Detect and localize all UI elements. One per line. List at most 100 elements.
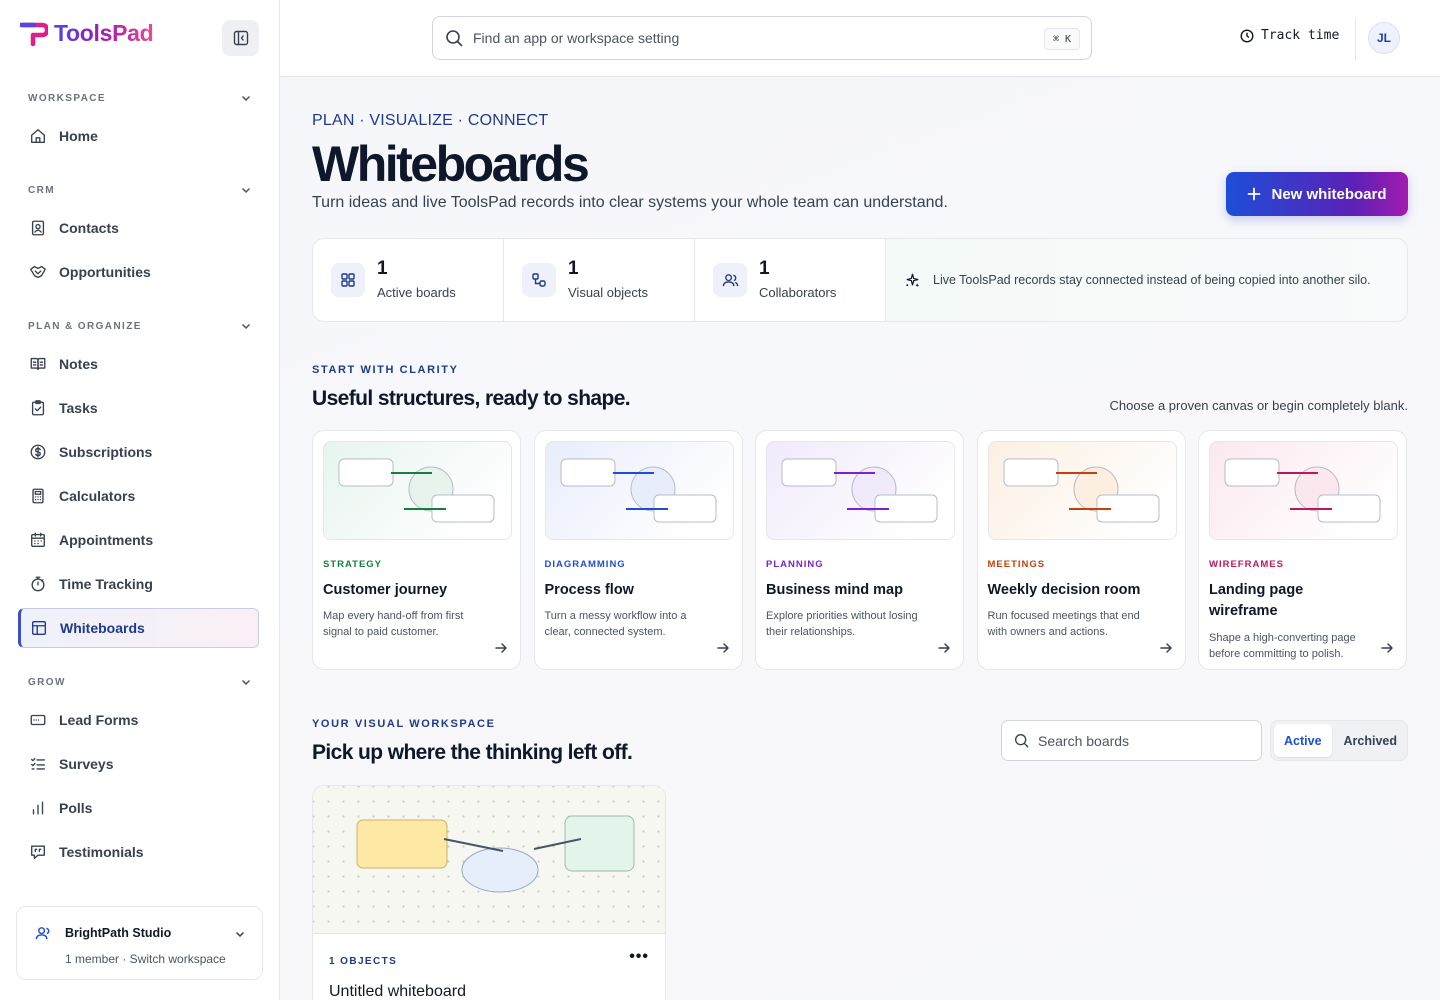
arrow-right-icon bbox=[1159, 643, 1172, 653]
template-description: Run focused meetings that end with owner… bbox=[987, 610, 1140, 638]
template-card[interactable]: WIREFRAMES Landing page wireframe Shape … bbox=[1198, 430, 1407, 670]
template-preview bbox=[1209, 441, 1398, 540]
board-card[interactable]: 1 OBJECTS ••• Untitled whiteboard bbox=[312, 785, 666, 1000]
template-category: STRATEGY bbox=[323, 559, 383, 570]
search-icon bbox=[1015, 734, 1029, 748]
arrow-right-icon bbox=[938, 643, 950, 653]
sidebar-item-surveys[interactable]: Surveys bbox=[18, 744, 259, 784]
sidebar-item-calculators[interactable]: Calculators bbox=[18, 476, 259, 516]
contacts-icon bbox=[31, 220, 45, 236]
stat-label: Collaborators bbox=[759, 285, 837, 300]
stats-note: Live ToolsPad records stay connected ins… bbox=[886, 239, 1407, 321]
tab-archived[interactable]: Archived bbox=[1334, 724, 1408, 757]
shortcut-badge: ⌘ K bbox=[1044, 28, 1080, 50]
sidebar-item-home[interactable]: Home bbox=[18, 116, 259, 156]
topbar: Find an app or workspace setting ⌘ K Tra… bbox=[280, 0, 1440, 77]
sidebar-item-label: Contacts bbox=[59, 220, 119, 236]
plus-icon bbox=[1248, 187, 1261, 201]
sidebar-item-testimonials[interactable]: Testimonials bbox=[18, 832, 259, 872]
dollar-circle-icon bbox=[30, 444, 46, 460]
main-content: PLAN · VISUALIZE · CONNECT Whiteboards T… bbox=[280, 77, 1440, 1000]
home-icon bbox=[31, 129, 45, 143]
sidebar-item-label: Whiteboards bbox=[60, 620, 145, 636]
form-icon bbox=[30, 714, 46, 726]
sidebar-item-time-tracking[interactable]: Time Tracking bbox=[18, 564, 259, 604]
stat-active-boards: 1 Active boards bbox=[313, 239, 504, 321]
track-time-label: Track time bbox=[1261, 28, 1340, 43]
template-name: Process flow bbox=[544, 582, 634, 598]
template-name: Weekly decision room bbox=[987, 582, 1141, 598]
sidebar-item-label: Subscriptions bbox=[59, 444, 153, 460]
bar-chart-icon bbox=[32, 801, 44, 815]
template-category: MEETINGS bbox=[987, 559, 1046, 570]
logo[interactable]: ToolsPad bbox=[20, 20, 154, 47]
sidebar-item-label: Testimonials bbox=[59, 844, 144, 860]
templates-grid: STRATEGY Customer journey Map every hand… bbox=[312, 430, 1408, 670]
template-card[interactable]: PLANNING Business mind map Explore prior… bbox=[755, 430, 964, 670]
calendar-icon bbox=[31, 532, 45, 547]
sidebar-item-polls[interactable]: Polls bbox=[18, 788, 259, 828]
sidebar-item-label: Home bbox=[59, 128, 98, 144]
stat-label: Active boards bbox=[377, 285, 456, 300]
sidebar-item-whiteboards[interactable]: Whiteboards bbox=[18, 608, 259, 648]
template-card[interactable]: DIAGRAMMING Process flow Turn a messy wo… bbox=[533, 430, 743, 670]
template-description: Turn a messy workflow into a clear, conn… bbox=[544, 610, 687, 638]
sidebar-item-opportunities[interactable]: Opportunities bbox=[18, 252, 259, 292]
sidebar-item-contacts[interactable]: Contacts bbox=[18, 208, 259, 248]
template-preview bbox=[987, 441, 1177, 540]
board-search-input[interactable]: Search boards bbox=[1001, 720, 1262, 761]
nav-section-header[interactable]: PLAN & ORGANIZE bbox=[28, 316, 252, 336]
sidebar-item-lead-forms[interactable]: Lead Forms bbox=[18, 700, 259, 740]
collapse-sidebar-button[interactable] bbox=[222, 20, 259, 56]
sidebar-item-label: Opportunities bbox=[59, 264, 151, 280]
tab-active[interactable]: Active bbox=[1274, 724, 1332, 757]
handshake-icon bbox=[30, 265, 46, 279]
template-card[interactable]: MEETINGS Weekly decision room Run focuse… bbox=[976, 430, 1186, 670]
quote-icon bbox=[31, 845, 45, 859]
global-search-input[interactable]: Find an app or workspace setting ⌘ K bbox=[432, 16, 1092, 60]
template-description: Map every hand-off from first signal to … bbox=[323, 610, 464, 638]
sidebar-item-tasks[interactable]: Tasks bbox=[18, 388, 259, 428]
template-description: Explore priorities without losing their … bbox=[766, 610, 918, 638]
page-subtitle: Turn ideas and live ToolsPad records int… bbox=[312, 194, 948, 211]
nav-section-title: GROW bbox=[28, 676, 66, 688]
sidebar-item-label: Time Tracking bbox=[59, 576, 153, 592]
arrow-right-icon bbox=[1381, 643, 1393, 653]
nav-section-header[interactable]: WORKSPACE bbox=[28, 88, 252, 108]
board-status-tabs: Active Archived bbox=[1270, 720, 1408, 761]
chevron-down-icon bbox=[235, 931, 245, 938]
nav-section-title: WORKSPACE bbox=[28, 92, 106, 104]
board-preview-shapes bbox=[356, 815, 635, 893]
users-icon bbox=[713, 263, 747, 297]
sidebar-item-appointments[interactable]: Appointments bbox=[18, 520, 259, 560]
sparkle-icon bbox=[906, 273, 920, 287]
sidebar-item-label: Appointments bbox=[59, 532, 154, 548]
template-category: DIAGRAMMING bbox=[544, 559, 626, 570]
users-icon bbox=[35, 927, 50, 940]
page-eyebrow: PLAN · VISUALIZE · CONNECT bbox=[312, 112, 549, 129]
stat-value: 1 bbox=[568, 258, 579, 279]
sidebar-item-label: Polls bbox=[59, 800, 93, 816]
sidebar: ToolsPad WORKSPACE Home CRM Contacts Opportu… bbox=[0, 0, 280, 1000]
nav-section-header[interactable]: CRM bbox=[28, 180, 252, 200]
template-preview bbox=[766, 441, 955, 540]
template-preview bbox=[544, 441, 734, 540]
more-options-button[interactable]: ••• bbox=[629, 948, 649, 966]
chevron-down-icon bbox=[241, 95, 251, 102]
nav-section-header[interactable]: GROW bbox=[28, 672, 252, 692]
new-whiteboard-button[interactable]: New whiteboard bbox=[1226, 172, 1408, 216]
chevron-down-icon bbox=[241, 679, 251, 686]
sidebar-item-label: Notes bbox=[59, 356, 98, 372]
grid-icon bbox=[331, 263, 365, 297]
page-title: Whiteboards bbox=[312, 136, 590, 192]
templates-title: Useful structures, ready to shape. bbox=[312, 387, 631, 410]
stat-visual-objects: 1 Visual objects bbox=[504, 239, 695, 321]
track-time-button[interactable]: Track time bbox=[1240, 28, 1339, 43]
sidebar-item-notes[interactable]: Notes bbox=[18, 344, 259, 384]
app-name: ToolsPad bbox=[54, 20, 154, 46]
template-card[interactable]: STRATEGY Customer journey Map every hand… bbox=[312, 430, 521, 670]
template-name: Customer journey bbox=[323, 582, 448, 598]
sidebar-item-subscriptions[interactable]: Subscriptions bbox=[18, 432, 259, 472]
user-avatar[interactable]: JL bbox=[1368, 22, 1400, 54]
workspace-switcher[interactable]: BrightPath Studio 1 member · Switch work… bbox=[16, 906, 263, 980]
